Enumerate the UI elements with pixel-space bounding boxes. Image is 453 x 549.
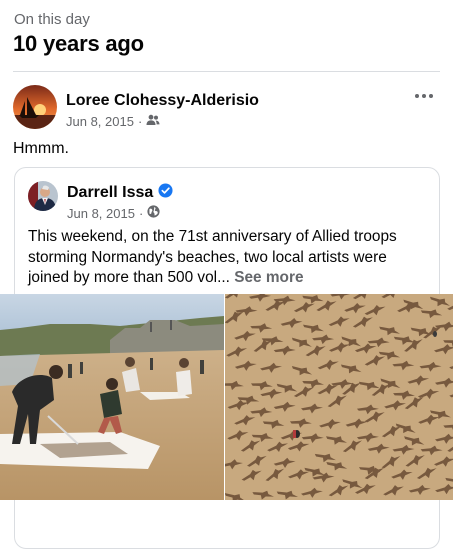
globe-icon (147, 205, 160, 221)
meta-separator: · (137, 114, 143, 129)
post-text: Hmmm. (13, 140, 69, 157)
see-more-link[interactable]: See more (234, 269, 303, 286)
divider (13, 71, 440, 72)
shared-author-avatar[interactable] (28, 181, 58, 211)
shared-post-meta: Jun 8, 2015 · (67, 205, 160, 221)
post-author-name[interactable]: Loree Clohessy-Alderisio (66, 92, 259, 110)
shared-author-row: Darrell Issa (67, 183, 173, 203)
author-avatar[interactable] (13, 85, 57, 129)
shared-post-date[interactable]: Jun 8, 2015 (67, 206, 135, 221)
shared-post-body: This weekend, on the 71st anniversary of… (28, 228, 397, 286)
meta-separator: · (138, 205, 144, 221)
friends-icon (146, 114, 160, 129)
post-date[interactable]: Jun 8, 2015 (66, 114, 134, 129)
section-title: 10 years ago (13, 31, 144, 56)
shared-author-name[interactable]: Darrell Issa (67, 184, 153, 202)
post-meta: Jun 8, 2015 · (66, 114, 160, 129)
more-options-icon[interactable] (409, 86, 439, 106)
beach-photo[interactable] (0, 294, 224, 500)
verified-badge-icon (158, 183, 173, 203)
shared-post-text: This weekend, on the 71st anniversary of… (28, 227, 428, 289)
silhouettes-photo[interactable] (225, 294, 453, 500)
section-subtitle: On this day (14, 11, 90, 28)
